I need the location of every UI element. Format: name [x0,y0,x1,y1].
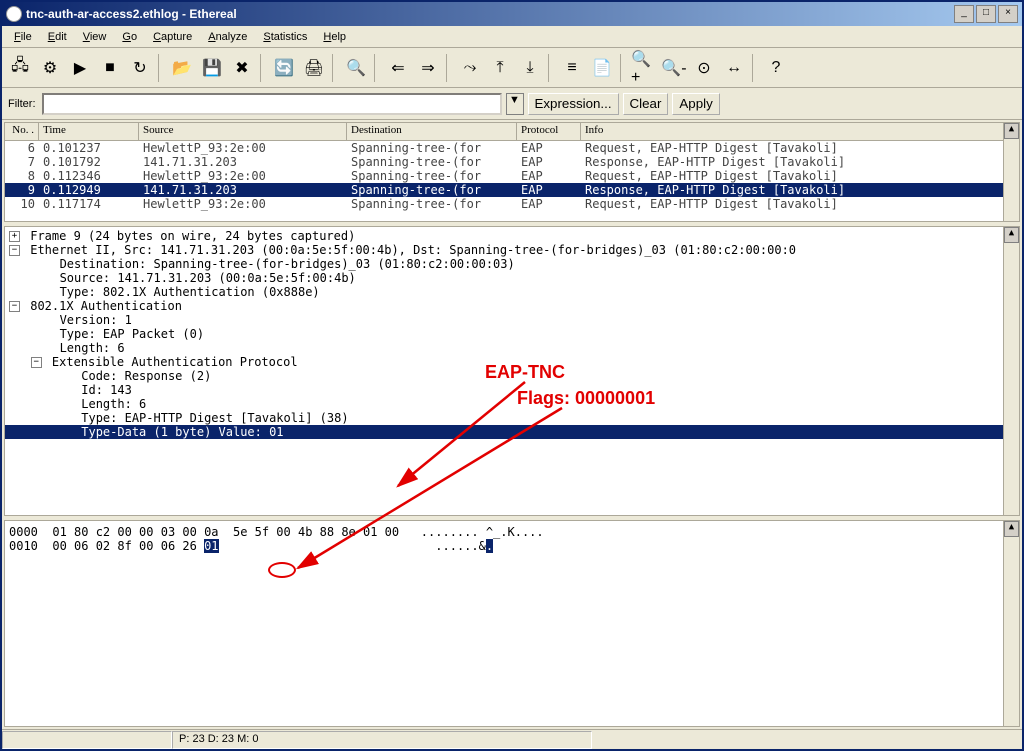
detail-line[interactable]: Type-Data (1 byte) Value: 01 [5,425,1019,439]
app-icon [6,6,22,22]
expression-button[interactable]: Expression... [528,93,619,115]
column-header[interactable]: Protocol [517,123,581,140]
menubar: FileEditViewGoCaptureAnalyzeStatisticsHe… [2,26,1022,48]
window-title: tnc-auth-ar-access2.ethlog - Ethereal [26,7,952,21]
detail-line[interactable]: Type: EAP Packet (0) [5,327,1019,341]
close-button[interactable]: ✖ [228,54,256,82]
print-button[interactable]: 🖨 [300,54,328,82]
filter-label: Filter: [8,98,36,110]
top-button[interactable]: ⤒ [486,54,514,82]
zoom-in-button[interactable]: 🔍+ [630,54,658,82]
packet-list-pane[interactable]: No. .TimeSourceDestinationProtocolInfo 6… [4,122,1020,222]
titlebar[interactable]: tnc-auth-ar-access2.ethlog - Ethereal _ … [2,2,1022,26]
filter-dropdown-button[interactable]: ▼ [506,93,524,115]
filter-bar: Filter: ▼ Expression... Clear Apply [2,88,1022,120]
prefs-button[interactable]: 📄 [588,54,616,82]
scroll-up-icon[interactable]: ▲ [1004,227,1019,243]
packet-row[interactable]: 80.112346HewlettP_93:2e:00Spanning-tree-… [5,169,1019,183]
column-header[interactable]: No. . [5,123,39,140]
reload-button[interactable]: 🔄 [270,54,298,82]
menu-help[interactable]: Help [315,29,354,45]
expander-icon[interactable]: − [31,357,42,368]
detail-line[interactable]: Length: 6 [5,341,1019,355]
toolbar: 🖧⚙▶■↻ 📂💾✖ 🔄🖨 🔍 ⇐⇒ ⤳⤒⤓ ≡📄 🔍+🔍-⊙↔? [2,48,1022,88]
packet-list-header: No. .TimeSourceDestinationProtocolInfo [5,123,1019,141]
apply-button[interactable]: Apply [672,93,719,115]
filter-input[interactable] [42,93,502,115]
hex-dump-pane[interactable]: 0000 01 80 c2 00 00 03 00 0a 5e 5f 00 4b… [4,520,1020,727]
menu-analyze[interactable]: Analyze [200,29,255,45]
expander-icon[interactable]: − [9,245,20,256]
detail-line[interactable]: Id: 143 [5,383,1019,397]
hex-scrollbar[interactable]: ▲ [1003,521,1019,726]
column-header[interactable]: Destination [347,123,517,140]
packet-row[interactable]: 100.117174HewlettP_93:2e:00Spanning-tree… [5,197,1019,211]
detail-scrollbar[interactable]: ▲ [1003,227,1019,515]
menu-edit[interactable]: Edit [40,29,75,45]
column-header[interactable]: Info [581,123,1019,140]
menu-view[interactable]: View [75,29,115,45]
detail-line[interactable]: Source: 141.71.31.203 (00:0a:5e:5f:00:4b… [5,271,1019,285]
menu-go[interactable]: Go [114,29,145,45]
scroll-up-icon[interactable]: ▲ [1004,521,1019,537]
menu-statistics[interactable]: Statistics [255,29,315,45]
status-packets: P: 23 D: 23 M: 0 [172,731,592,749]
packet-detail-pane[interactable]: + Frame 9 (24 bytes on wire, 24 bytes ca… [4,226,1020,516]
zoom-100-button[interactable]: ⊙ [690,54,718,82]
stop-capture-button[interactable]: ■ [96,54,124,82]
detail-line[interactable]: Destination: Spanning-tree-(for-bridges)… [5,257,1019,271]
detail-line[interactable]: Code: Response (2) [5,369,1019,383]
detail-line[interactable]: + Frame 9 (24 bytes on wire, 24 bytes ca… [5,229,1019,243]
column-header[interactable]: Time [39,123,139,140]
packet-row[interactable]: 90.112949141.71.31.203Spanning-tree-(for… [5,183,1019,197]
save-button[interactable]: 💾 [198,54,226,82]
expander-icon[interactable]: − [9,301,20,312]
start-capture-button[interactable]: ▶ [66,54,94,82]
detail-line[interactable]: Type: 802.1X Authentication (0x888e) [5,285,1019,299]
packet-row[interactable]: 60.101237HewlettP_93:2e:00Spanning-tree-… [5,141,1019,155]
restart-capture-button[interactable]: ↻ [126,54,154,82]
interfaces-button[interactable]: 🖧 [6,54,34,82]
hex-line[interactable]: 0010 00 06 02 8f 00 06 26 01 ......&. [9,539,1015,553]
resize-cols-button[interactable]: ↔ [720,54,748,82]
help-button[interactable]: ? [762,54,790,82]
statusbar: P: 23 D: 23 M: 0 [2,729,1022,749]
goto-button[interactable]: ⤳ [456,54,484,82]
detail-line[interactable]: − 802.1X Authentication [5,299,1019,313]
expander-icon[interactable]: + [9,231,20,242]
detail-line[interactable]: Type: EAP-HTTP Digest [Tavakoli] (38) [5,411,1019,425]
clear-button[interactable]: Clear [623,93,669,115]
close-button[interactable]: × [998,5,1018,23]
forward-button[interactable]: ⇒ [414,54,442,82]
find-button[interactable]: 🔍 [342,54,370,82]
open-button[interactable]: 📂 [168,54,196,82]
menu-file[interactable]: File [6,29,40,45]
back-button[interactable]: ⇐ [384,54,412,82]
column-header[interactable]: Source [139,123,347,140]
capture-options-button[interactable]: ⚙ [36,54,64,82]
zoom-out-button[interactable]: 🔍- [660,54,688,82]
scroll-up-icon[interactable]: ▲ [1004,123,1019,139]
colorize-button[interactable]: ≡ [558,54,586,82]
detail-line[interactable]: − Extensible Authentication Protocol [5,355,1019,369]
menu-capture[interactable]: Capture [145,29,200,45]
detail-line[interactable]: Length: 6 [5,397,1019,411]
packet-list-scrollbar[interactable]: ▲ [1003,123,1019,221]
status-left [2,731,172,749]
bottom-button[interactable]: ⤓ [516,54,544,82]
detail-line[interactable]: − Ethernet II, Src: 141.71.31.203 (00:0a… [5,243,1019,257]
detail-line[interactable]: Version: 1 [5,313,1019,327]
maximize-button[interactable]: □ [976,5,996,23]
minimize-button[interactable]: _ [954,5,974,23]
packet-row[interactable]: 70.101792141.71.31.203Spanning-tree-(for… [5,155,1019,169]
hex-line[interactable]: 0000 01 80 c2 00 00 03 00 0a 5e 5f 00 4b… [9,525,1015,539]
